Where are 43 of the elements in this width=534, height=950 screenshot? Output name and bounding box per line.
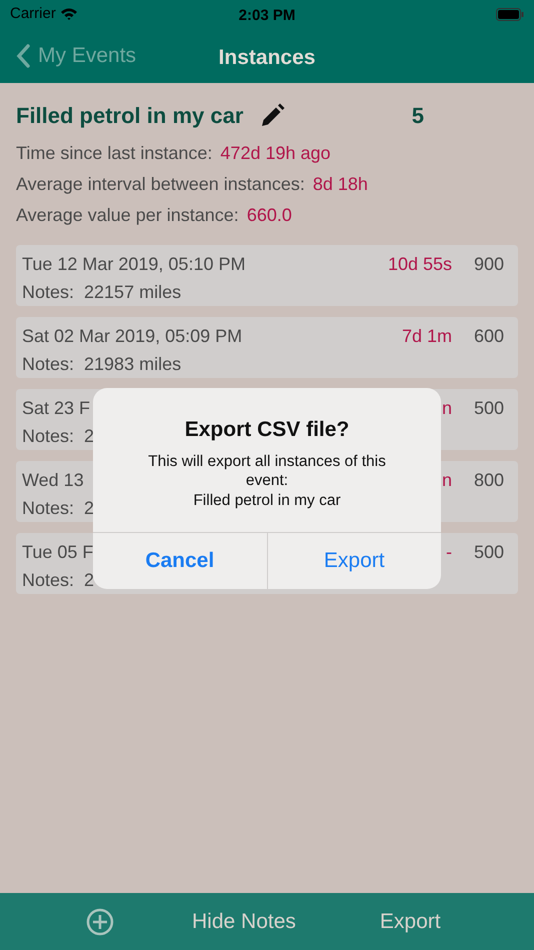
stat-value: 660.0 — [246, 204, 292, 227]
hide-notes-button[interactable]: Hide Notes — [192, 906, 296, 938]
instance-notes: Notes: 21983 miles — [22, 354, 182, 374]
add-icon[interactable] — [86, 908, 114, 936]
instance-date: Wed 13 — [22, 469, 84, 492]
carrier-label: Carrier — [10, 4, 56, 24]
instance-date: Tue 05 F — [22, 541, 94, 564]
clock-time: 2:03 PM — [238, 6, 296, 26]
battery-icon — [496, 8, 524, 20]
instance-interval: 10d 55s — [388, 253, 452, 276]
back-button[interactable]: My Events — [0, 28, 136, 83]
stat-value: 8d 18h — [312, 173, 368, 196]
instance-interval: n — [442, 397, 452, 420]
stat-value: 472d 19h ago — [220, 142, 331, 165]
pencil-icon[interactable] — [259, 102, 286, 128]
cancel-button[interactable]: Cancel — [93, 533, 266, 589]
event-title: Filled petrol in my car — [16, 102, 244, 130]
instance-date: Sat 23 F — [22, 397, 90, 420]
instance-date: Sat 02 Mar 2019, 05:09 PM — [22, 325, 242, 348]
instance-value: 600 — [472, 325, 505, 348]
chevron-icon — [16, 44, 30, 68]
dialog-message: This will export all instances of this event: Filled petrol in my car — [147, 452, 387, 510]
instance-count: 5 — [412, 102, 424, 130]
instance-interval: 7d 1m — [402, 325, 452, 348]
screen-title: Instances — [218, 45, 316, 71]
instance-notes: Notes: 2 — [22, 570, 94, 590]
instance-notes: Notes: 2 — [22, 498, 94, 518]
stat-label: Average value per instance: — [16, 204, 239, 227]
instance-notes: Notes: 22157 miles — [22, 282, 182, 302]
instance-value: 900 — [472, 253, 505, 276]
stat-label: Time since last instance: — [16, 142, 212, 165]
instance-interval: - — [446, 541, 452, 564]
instance-value: 500 — [472, 541, 505, 564]
instance-notes: Notes: 2 — [22, 426, 94, 446]
instance-date: Tue 12 Mar 2019, 05:10 PM — [22, 253, 246, 276]
instance-value: 800 — [472, 469, 505, 492]
instance-interval: n — [442, 469, 452, 492]
dialog-button[interactable]: Export — [266, 533, 441, 589]
dialog-title: Export CSV file? — [184, 417, 350, 443]
stat-label: Average interval between instances: — [16, 173, 305, 196]
export-button[interactable]: Export — [380, 906, 441, 938]
instance-value: 500 — [472, 397, 505, 420]
wifi-icon — [60, 7, 78, 21]
